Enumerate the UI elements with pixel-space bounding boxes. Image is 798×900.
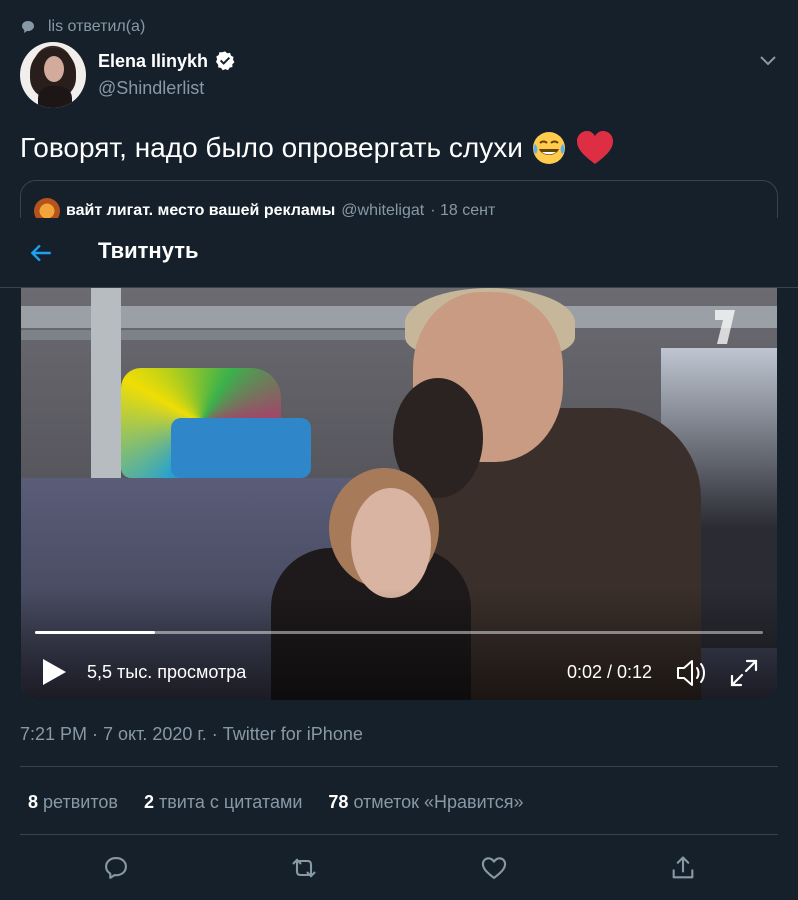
video-timecode: 0:02 / 0:12	[567, 662, 653, 682]
tweet-timestamp-source[interactable]: 7:21 PM · 7 окт. 2020 г. · Twitter for i…	[20, 724, 363, 745]
chevron-down-icon[interactable]	[756, 48, 780, 72]
reply-icon[interactable]	[102, 854, 130, 882]
arrow-left-icon[interactable]	[28, 240, 54, 266]
laughing-tears-emoji-icon	[532, 132, 565, 164]
author-handle[interactable]: @Shindlerlist	[98, 78, 204, 99]
channel-one-logo	[715, 310, 735, 344]
video-frame[interactable]	[21, 288, 777, 700]
reply-context[interactable]: lis ответил(а)	[20, 16, 145, 38]
play-icon[interactable]	[41, 658, 67, 686]
video-view-count: 5,5 тыс. просмотра	[87, 662, 247, 682]
divider	[20, 834, 778, 835]
avatar[interactable]	[20, 42, 86, 108]
author-name[interactable]: Elena Ilinykh	[98, 51, 208, 72]
page-title: Твитнуть	[98, 238, 199, 263]
red-heart-emoji-icon	[576, 131, 613, 164]
video-progress-bar[interactable]	[35, 631, 763, 634]
reply-context-text: lis ответил(а)	[48, 18, 146, 35]
share-icon[interactable]	[669, 854, 697, 882]
video-progress-fill	[35, 631, 156, 634]
video-player[interactable]: 5,5 тыс. просмотра 0:02 / 0:12	[21, 288, 777, 700]
stat-quote-tweets[interactable]: 2 твита с цитатами	[144, 792, 302, 813]
fullscreen-icon[interactable]	[729, 658, 759, 688]
engagement-stats: 8 ретвитов 2 твита с цитатами 78 отметок…	[28, 792, 523, 813]
author-name-row[interactable]: Elena Ilinykh	[98, 50, 236, 72]
reply-bubble-icon	[22, 21, 34, 33]
tweet-text: Говорят, надо было опровергать слухи	[20, 132, 523, 163]
volume-icon[interactable]	[675, 658, 709, 688]
tweet-actions-bar	[0, 850, 798, 890]
divider	[20, 766, 778, 767]
verified-badge-icon	[216, 51, 235, 71]
retweet-icon[interactable]	[290, 854, 318, 882]
tweet-text-row: Говорят, надо было опровергать слухи	[20, 128, 615, 168]
stat-retweets[interactable]: 8 ретвитов	[28, 792, 118, 813]
like-icon[interactable]	[480, 854, 508, 882]
stat-likes[interactable]: 78 отметок «Нравится»	[328, 792, 523, 813]
